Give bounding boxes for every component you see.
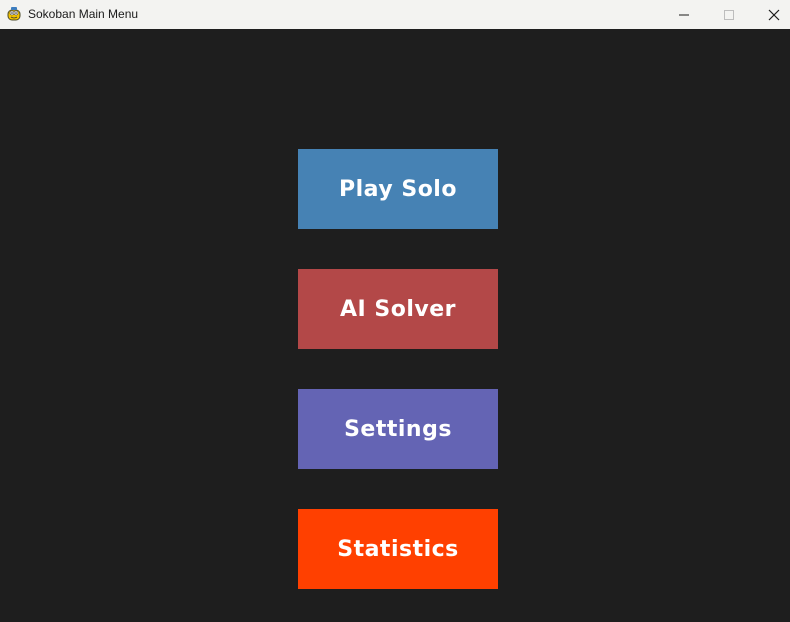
ai-solver-button[interactable]: AI Solver [298, 269, 498, 349]
ai-solver-label: AI Solver [340, 296, 456, 322]
play-solo-button[interactable]: Play Solo [298, 149, 498, 229]
minimize-icon [679, 14, 689, 15]
play-solo-label: Play Solo [339, 176, 457, 202]
settings-label: Settings [344, 416, 452, 442]
maximize-icon [724, 9, 734, 20]
game-canvas: Play Solo AI Solver Settings Statistics [0, 29, 790, 622]
maximize-button[interactable] [706, 0, 752, 29]
minimize-button[interactable] [661, 0, 707, 29]
close-icon [768, 9, 780, 20]
pygame-snake-icon [7, 7, 21, 21]
statistics-label: Statistics [337, 536, 459, 562]
close-button[interactable] [751, 0, 790, 29]
app-window: Sokoban Main Menu Play Solo AI Solver Se… [0, 0, 790, 622]
statistics-button[interactable]: Statistics [298, 509, 498, 589]
settings-button[interactable]: Settings [298, 389, 498, 469]
title-bar[interactable]: Sokoban Main Menu [0, 0, 790, 29]
window-title: Sokoban Main Menu [28, 7, 139, 21]
